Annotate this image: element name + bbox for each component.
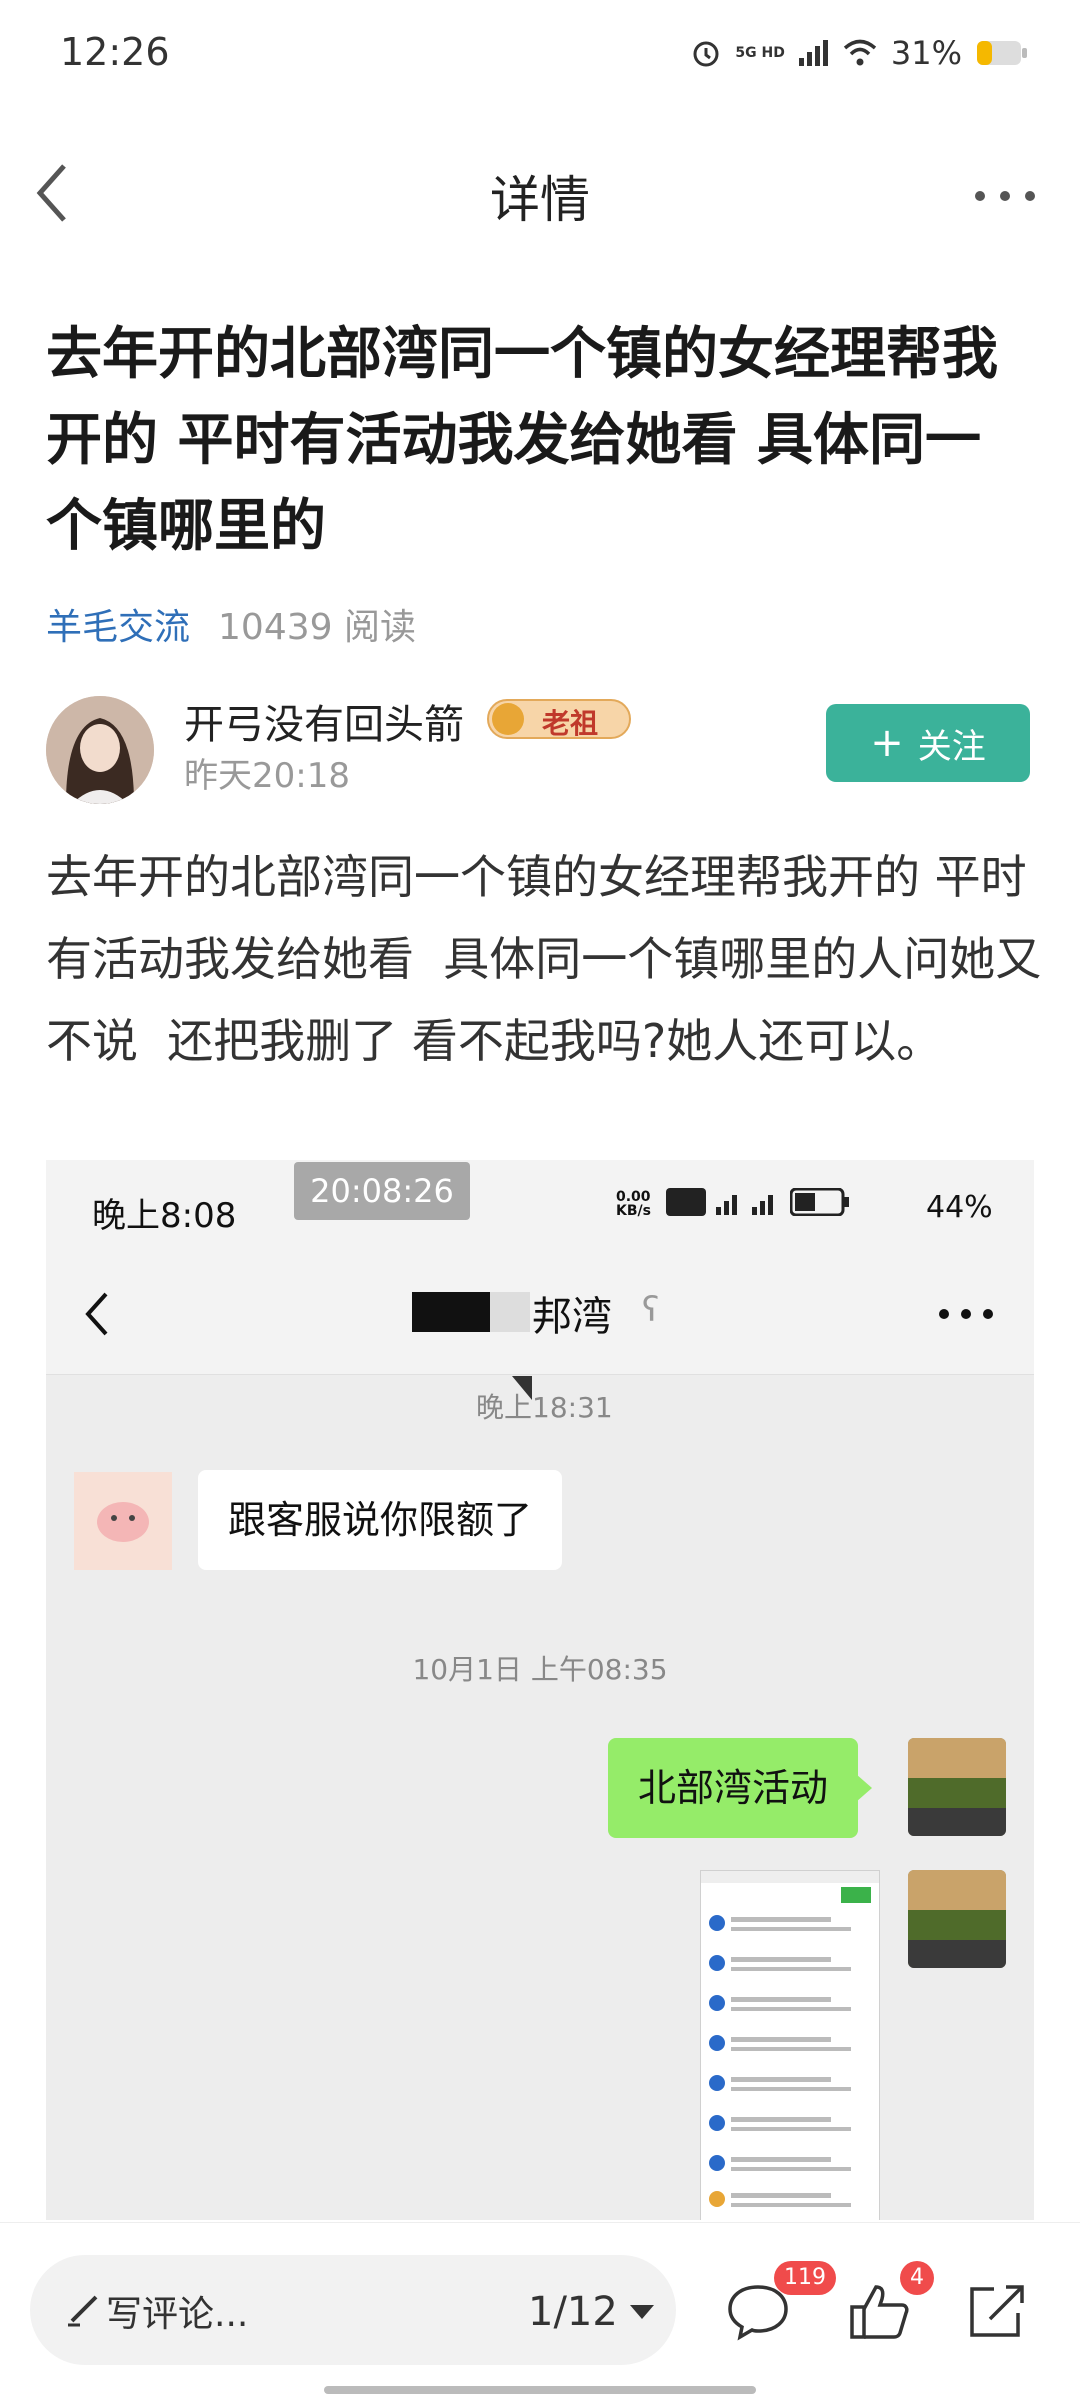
badge-label: 老祖 <box>542 707 599 740</box>
image-timestamp-overlay: 20:08:26 <box>294 1162 470 1220</box>
signal-icon <box>716 1195 773 1215</box>
network-label: 5G HD <box>735 45 785 61</box>
author-name[interactable]: 开弓没有回头箭 <box>184 692 464 750</box>
share-icon[interactable] <box>966 2279 1030 2343</box>
read-count: 10439 阅读 <box>218 607 416 648</box>
redaction-block <box>412 1292 490 1332</box>
battery-icon <box>790 1188 849 1216</box>
chat-image-thumbnail <box>700 1870 880 2220</box>
image-date-label: 晚上18:31 <box>46 1374 1034 1434</box>
post-body: 去年开的北部湾同一个镇的女经理帮我开的 平时有活动我发给她看 具体同一个镇哪里的… <box>46 850 1042 1068</box>
comment-count-badge: 119 <box>774 2261 836 2295</box>
thumbs-up-icon[interactable] <box>848 2279 912 2343</box>
bottom-action-bar: 写评论... 1/12 119 4 <box>0 2222 1080 2401</box>
redaction-mark <box>492 1376 532 1400</box>
image-chat-header: 邦湾 ʕ <box>46 1250 1034 1375</box>
chat-bubble-sent: 北部湾活动 <box>608 1738 873 1838</box>
post-image[interactable]: 晚上8:08 20:08:26 0.00 KB/s 44% 邦湾 ʕ 晚上18:… <box>46 1160 1034 2220</box>
chevron-left-icon <box>85 1292 108 1336</box>
ear-icon: ʕ <box>642 1290 660 1330</box>
image-speed: 0.00 KB/s <box>616 1189 651 1219</box>
page-title: 详情 <box>490 171 590 229</box>
post-meta: 羊毛交流 10439 阅读 <box>46 598 416 650</box>
comment-input[interactable]: 写评论... 1/12 <box>30 2255 676 2365</box>
battery-icon <box>977 41 1027 65</box>
comment-placeholder: 写评论... <box>106 2294 249 2335</box>
category-link[interactable]: 羊毛交流 <box>46 598 190 650</box>
signal-icon <box>798 40 828 66</box>
more-options-icon[interactable] <box>970 176 1040 216</box>
sender-avatar <box>908 1870 1006 1968</box>
more-icon <box>939 1309 993 1319</box>
contact-avatar <box>74 1472 172 1570</box>
author-avatar[interactable] <box>46 696 154 804</box>
like-count-badge: 4 <box>900 2261 934 2295</box>
image-status-icons <box>666 1188 850 1216</box>
status-icons: 5G HD 31% <box>691 34 1028 72</box>
author-badge: 老祖 <box>486 694 632 744</box>
status-time: 12:26 <box>60 30 170 74</box>
plus-icon: + <box>870 720 904 766</box>
home-indicator[interactable] <box>324 2386 756 2394</box>
image-date-label: 10月1日 上午08:35 <box>412 1653 668 1686</box>
sender-avatar <box>908 1738 1006 1836</box>
redaction-block <box>490 1292 530 1332</box>
chat-bubble-received: 跟客服说你限额了 <box>198 1470 563 1570</box>
page-indicator[interactable]: 1/12 <box>528 2289 618 2335</box>
image-status-bar: 晚上8:08 20:08:26 0.00 KB/s 44% <box>46 1160 1034 1250</box>
post-time: 昨天20:18 <box>184 756 350 796</box>
image-battery: 44% <box>926 1190 993 1225</box>
caret-down-icon[interactable] <box>630 2305 654 2319</box>
pencil-icon <box>68 2295 98 2327</box>
wifi-icon <box>843 39 877 66</box>
image-chat-title: 邦湾 <box>532 1294 612 1340</box>
battery-percent: 31% <box>890 34 962 72</box>
post-title: 去年开的北部湾同一个镇的女经理帮我开的 平时有活动我发给她看 具体同一个镇哪里的 <box>46 322 998 559</box>
hd-icon <box>666 1188 706 1216</box>
alarm-icon <box>693 41 719 67</box>
follow-button[interactable]: + 关注 <box>826 704 1030 782</box>
follow-label: 关注 <box>917 726 986 767</box>
image-time: 晚上8:08 <box>92 1196 237 1236</box>
